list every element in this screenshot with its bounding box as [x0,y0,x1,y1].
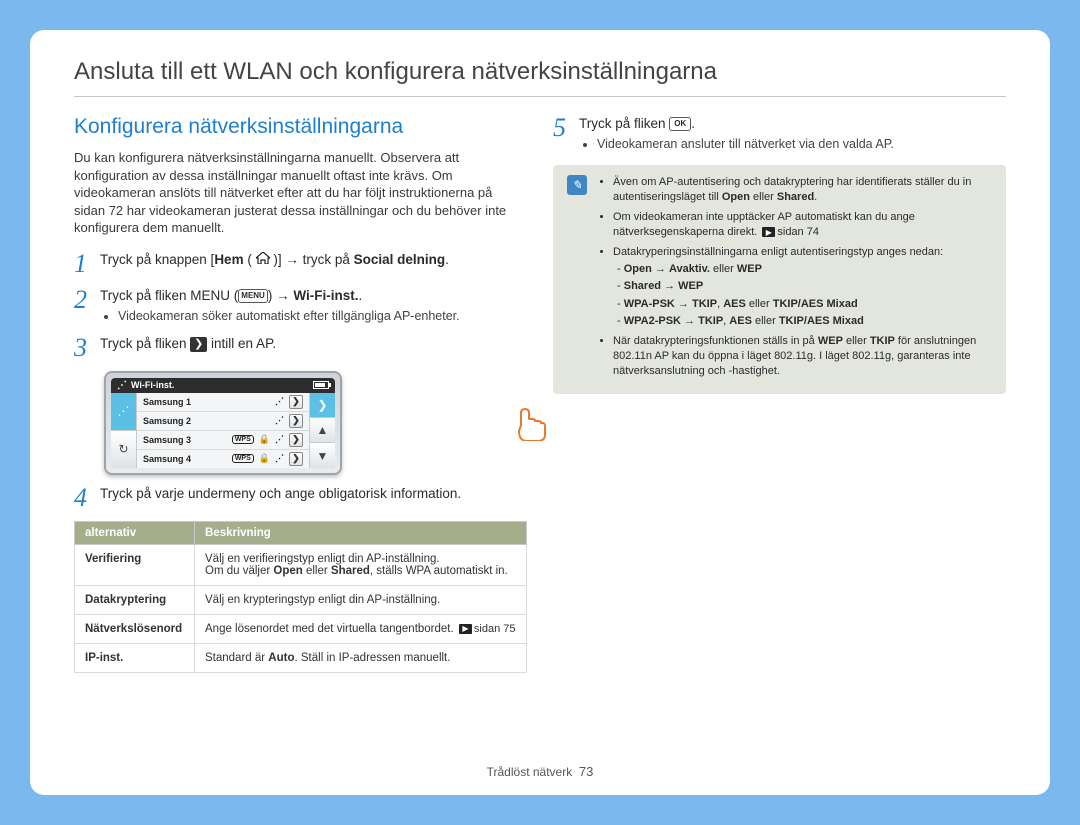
step-5: 5 Tryck på fliken OK. Videokameran anslu… [553,115,1006,153]
page-footer: Trådlöst nätverk 73 [30,764,1050,779]
menu-badge-icon: MENU [238,289,268,303]
section-heading: Konfigurera nätverksinställningarna [74,115,527,139]
wifi-side-icon[interactable]: ⋰ [111,393,136,431]
wps-badge: WPS [232,435,254,444]
ap-name: Samsung 2 [143,416,270,426]
signal-icon: ⋰ [275,396,284,407]
table-row: VerifieringVälj en verifieringstyp enlig… [75,544,527,585]
step-number: 1 [74,251,90,277]
device-right-sidebar: ❯ ▲ ▼ [309,393,335,468]
battery-icon [313,381,329,389]
step-2-bullet: Videokameran söker automatiskt efter til… [118,308,527,325]
table-row: NätverkslösenordAnge lösenordet med det … [75,614,527,643]
option-name: Datakryptering [75,585,195,614]
content-columns: Konfigurera nätverksinställningarna Du k… [74,115,1006,673]
signal-icon: ⋰ [275,434,284,445]
ap-row[interactable]: Samsung 4 WPS 🔒 ⋰ ❯ [137,450,309,468]
wifi-icon: ⋰ [117,380,127,391]
options-table: alternativ Beskrivning VerifieringVälj e… [74,521,527,673]
ap-row[interactable]: Samsung 2 ⋰ ❯ [137,412,309,431]
ap-list: Samsung 1⋰❯Samsung 2⋰❯Samsung 3WPS🔒⋰❯Sam… [137,393,309,468]
device-title: Wi-Fi-inst. [131,380,174,390]
ap-row[interactable]: Samsung 3 WPS 🔒 ⋰ ❯ [137,431,309,450]
ap-row[interactable]: Samsung 1 ⋰ ❯ [137,393,309,412]
scroll-up-button[interactable]: ▲ [310,418,335,443]
ap-select-button[interactable]: ❯ [310,393,335,418]
table-row: DatakrypteringVälj en krypteringstyp enl… [75,585,527,614]
ok-badge-icon: OK [669,117,691,131]
step-body: Tryck på knappen [Hem ( )] → tryck på So… [100,251,527,277]
left-column: Konfigurera nätverksinställningarna Du k… [74,115,527,673]
step-3: 3 Tryck på fliken ❯ intill en AP. [74,335,527,361]
ap-name: Samsung 4 [143,454,227,464]
refresh-side-icon[interactable]: ↻ [111,431,136,468]
step-number: 5 [553,115,569,153]
ap-chevron-icon[interactable]: ❯ [289,452,303,466]
device-header: ⋰ Wi-Fi-inst. [111,378,335,393]
step-number: 3 [74,335,90,361]
lock-icon: 🔒 [259,434,270,445]
scroll-down-button[interactable]: ▼ [310,443,335,467]
device-left-sidebar: ⋰ ↻ [111,393,137,468]
option-name: Nätverkslösenord [75,614,195,643]
intro-text: Du kan konfigurera nätverksinställningar… [74,149,527,237]
step-number: 4 [74,485,90,511]
step-4: 4 Tryck på varje undermeny och ange obli… [74,485,527,511]
option-desc: Välj en verifieringstyp enligt din AP-in… [195,544,527,585]
signal-icon: ⋰ [275,415,284,426]
ap-chevron-icon[interactable]: ❯ [289,395,303,409]
page-number: 73 [579,764,593,779]
right-arrow-icon: ❯ [190,337,207,352]
page-title: Ansluta till ett WLAN och konfigurera nä… [74,58,1006,97]
home-icon [256,251,270,269]
note-box: ✎ Även om AP-autentisering och datakrypt… [553,165,1006,394]
right-column: 5 Tryck på fliken OK. Videokameran anslu… [553,115,1006,673]
finger-pointer-icon [515,401,549,441]
option-name: Verifiering [75,544,195,585]
step-2: 2 Tryck på fliken MENU (MENU) → Wi-Fi-in… [74,287,527,325]
ap-name: Samsung 3 [143,435,227,445]
wps-badge: WPS [232,454,254,463]
lock-icon: 🔒 [259,453,270,464]
note-list: Även om AP-autentisering och datakrypter… [597,175,992,384]
table-row: IP-inst.Standard är Auto. Ställ in IP-ad… [75,643,527,672]
footer-label: Trådlöst nätverk [487,765,573,779]
note-icon: ✎ [567,175,587,195]
table-header-desc: Beskrivning [195,521,527,544]
option-name: IP-inst. [75,643,195,672]
manual-page: Ansluta till ett WLAN och konfigurera nä… [30,30,1050,795]
option-desc: Välj en krypteringstyp enligt din AP-ins… [195,585,527,614]
table-header-option: alternativ [75,521,195,544]
page-ref-icon: ▶ [762,227,775,237]
option-desc: Standard är Auto. Ställ in IP-adressen m… [195,643,527,672]
ap-name: Samsung 1 [143,397,270,407]
device-mockup: ⋰ Wi-Fi-inst. ⋰ ↻ Samsung 1 ⋰ ❯ Samsung 2 ⋰ ❯… [104,371,527,475]
step-1: 1 Tryck på knappen [Hem ( )] → tryck på … [74,251,527,277]
page-ref-icon: ▶ [459,624,472,634]
step-number: 2 [74,287,90,325]
signal-icon: ⋰ [275,453,284,464]
ap-chevron-icon[interactable]: ❯ [289,433,303,447]
step-5-bullet: Videokameran ansluter till nätverket via… [597,136,1006,153]
ap-chevron-icon[interactable]: ❯ [289,414,303,428]
option-desc: Ange lösenordet med det virtuella tangen… [195,614,527,643]
